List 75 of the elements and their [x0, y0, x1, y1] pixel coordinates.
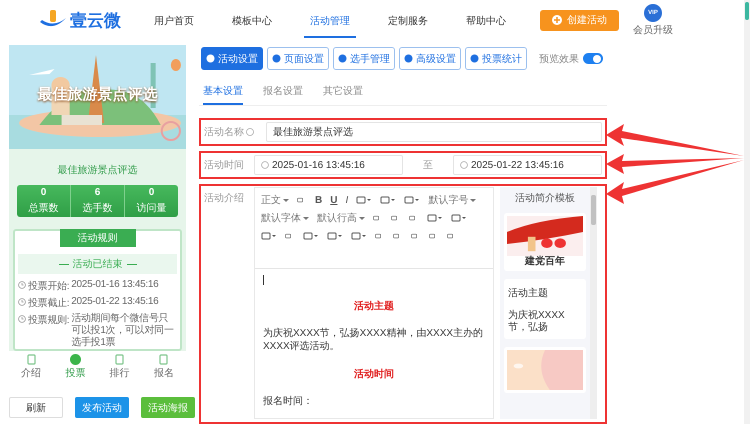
format-button[interactable]: U	[330, 192, 338, 208]
rule-label: 投票开始:	[28, 280, 70, 293]
editor-content[interactable]: 活动主题 为庆祝XXXX节，弘扬XXXX精神，由XXXX主办的XXXX评选活动。 活动时间 报名时间：	[255, 269, 493, 418]
settings-tab[interactable]: 高级设置	[399, 47, 461, 70]
clock-icon	[18, 281, 26, 289]
field-label: 活动介绍	[204, 192, 245, 205]
card-title: 活动主题	[507, 286, 549, 301]
settings-tab[interactable]: 页面设置	[267, 47, 329, 70]
bottom-nav-item[interactable]: 介绍	[21, 354, 42, 380]
rule-value: 2025-01-16 13:45:16	[71, 279, 158, 291]
format-dropdown[interactable]: 默认字号	[428, 192, 476, 208]
stat-value: 0	[40, 187, 46, 198]
nav-item[interactable]: 活动管理	[304, 2, 356, 38]
upgrade-label[interactable]: 会员升级	[633, 22, 673, 36]
clock-icon	[18, 315, 26, 323]
content-paragraph: 为庆祝XXXX节，弘扬XXXX精神，由XXXX主办的XXXX评选活动。	[263, 327, 484, 353]
scrollbar[interactable]	[744, 0, 750, 424]
format-button[interactable]: I	[345, 192, 348, 208]
toggle-label: 预览效果	[539, 52, 579, 66]
field-label: 活动时间	[204, 158, 245, 172]
logo-text[interactable]: 壹云微	[70, 8, 121, 32]
bottom-nav-item[interactable]: 排行	[110, 354, 130, 380]
status-text: 活动已结束	[72, 258, 122, 271]
stat-label: 选手数	[82, 202, 112, 215]
card-excerpt: 为庆祝XXXX节，弘扬	[507, 310, 566, 335]
field-label: 活动名称	[204, 126, 244, 139]
stat-value: 0	[148, 187, 154, 198]
preview-toggle[interactable]	[583, 53, 603, 64]
start-date-input[interactable]: 2025-01-16 13:45:16	[254, 155, 403, 175]
clock-icon	[460, 161, 468, 169]
nav-item[interactable]: 用户首页	[148, 2, 200, 38]
activity-title: 最佳旅游景点评选	[56, 164, 138, 177]
panel-title: 活动简介模板	[515, 192, 575, 205]
content-heading: 活动时间	[353, 368, 395, 381]
bottom-nav-item[interactable]: 报名	[154, 354, 174, 380]
stat-label: 访问量	[136, 202, 166, 215]
sub-tab[interactable]: 其它设置	[323, 84, 363, 105]
settings-tab[interactable]: 选手管理	[333, 47, 395, 70]
action-button[interactable]: 发布活动	[75, 397, 129, 418]
format-button[interactable]: B	[315, 192, 322, 208]
action-button[interactable]: 刷新	[9, 397, 63, 418]
nav-item[interactable]: 定制服务	[382, 2, 434, 38]
rule-label: 投票截止:	[28, 296, 70, 310]
format-dropdown[interactable]: 默认字体	[261, 210, 309, 226]
caret-icon	[470, 198, 476, 202]
format-dropdown[interactable]: 默认行高	[317, 210, 365, 226]
caret-icon	[359, 216, 365, 220]
end-date-input[interactable]: 2025-01-22 13:45:16	[453, 155, 602, 175]
sub-tab[interactable]: 基本设置	[203, 84, 243, 105]
settings-tab[interactable]: 活动设置	[201, 47, 263, 70]
format-dropdown[interactable]: 正文	[261, 192, 289, 208]
caret-icon	[283, 198, 289, 202]
sub-tab[interactable]: 报名设置	[263, 84, 303, 105]
stat-label: 总票数	[28, 202, 58, 215]
nav-item[interactable]: 模板中心	[226, 2, 278, 38]
template-card[interactable]: 建党百年	[504, 213, 586, 271]
rule-label: 投票规则:	[28, 314, 70, 327]
rules-heading: 活动规则	[60, 229, 136, 247]
card-caption: 建党百年	[524, 256, 566, 268]
clock-icon	[18, 298, 26, 306]
nav-item[interactable]: 帮助中心	[460, 2, 512, 38]
range-separator: 至	[422, 159, 434, 172]
bottom-nav-item[interactable]: 投票	[65, 354, 86, 380]
content-heading: 活动主题	[353, 299, 395, 313]
caret-icon	[303, 216, 309, 220]
stat-value: 6	[94, 187, 100, 198]
clock-icon	[261, 161, 269, 169]
template-card[interactable]: 活动主题 为庆祝XXXX节，弘扬	[504, 279, 586, 339]
settings-tab[interactable]: 投票统计	[465, 47, 527, 70]
scrollbar[interactable]	[590, 187, 597, 419]
plus-icon	[552, 15, 562, 25]
rule-value: 2025-01-22 13:45:16	[71, 296, 158, 308]
content-paragraph: 报名时间：	[263, 395, 314, 408]
rule-value: 活动期间每个微信号只可以投1次，可以对同一选手投1票	[71, 313, 175, 349]
name-input[interactable]: 最佳旅游景点评选	[266, 122, 602, 142]
